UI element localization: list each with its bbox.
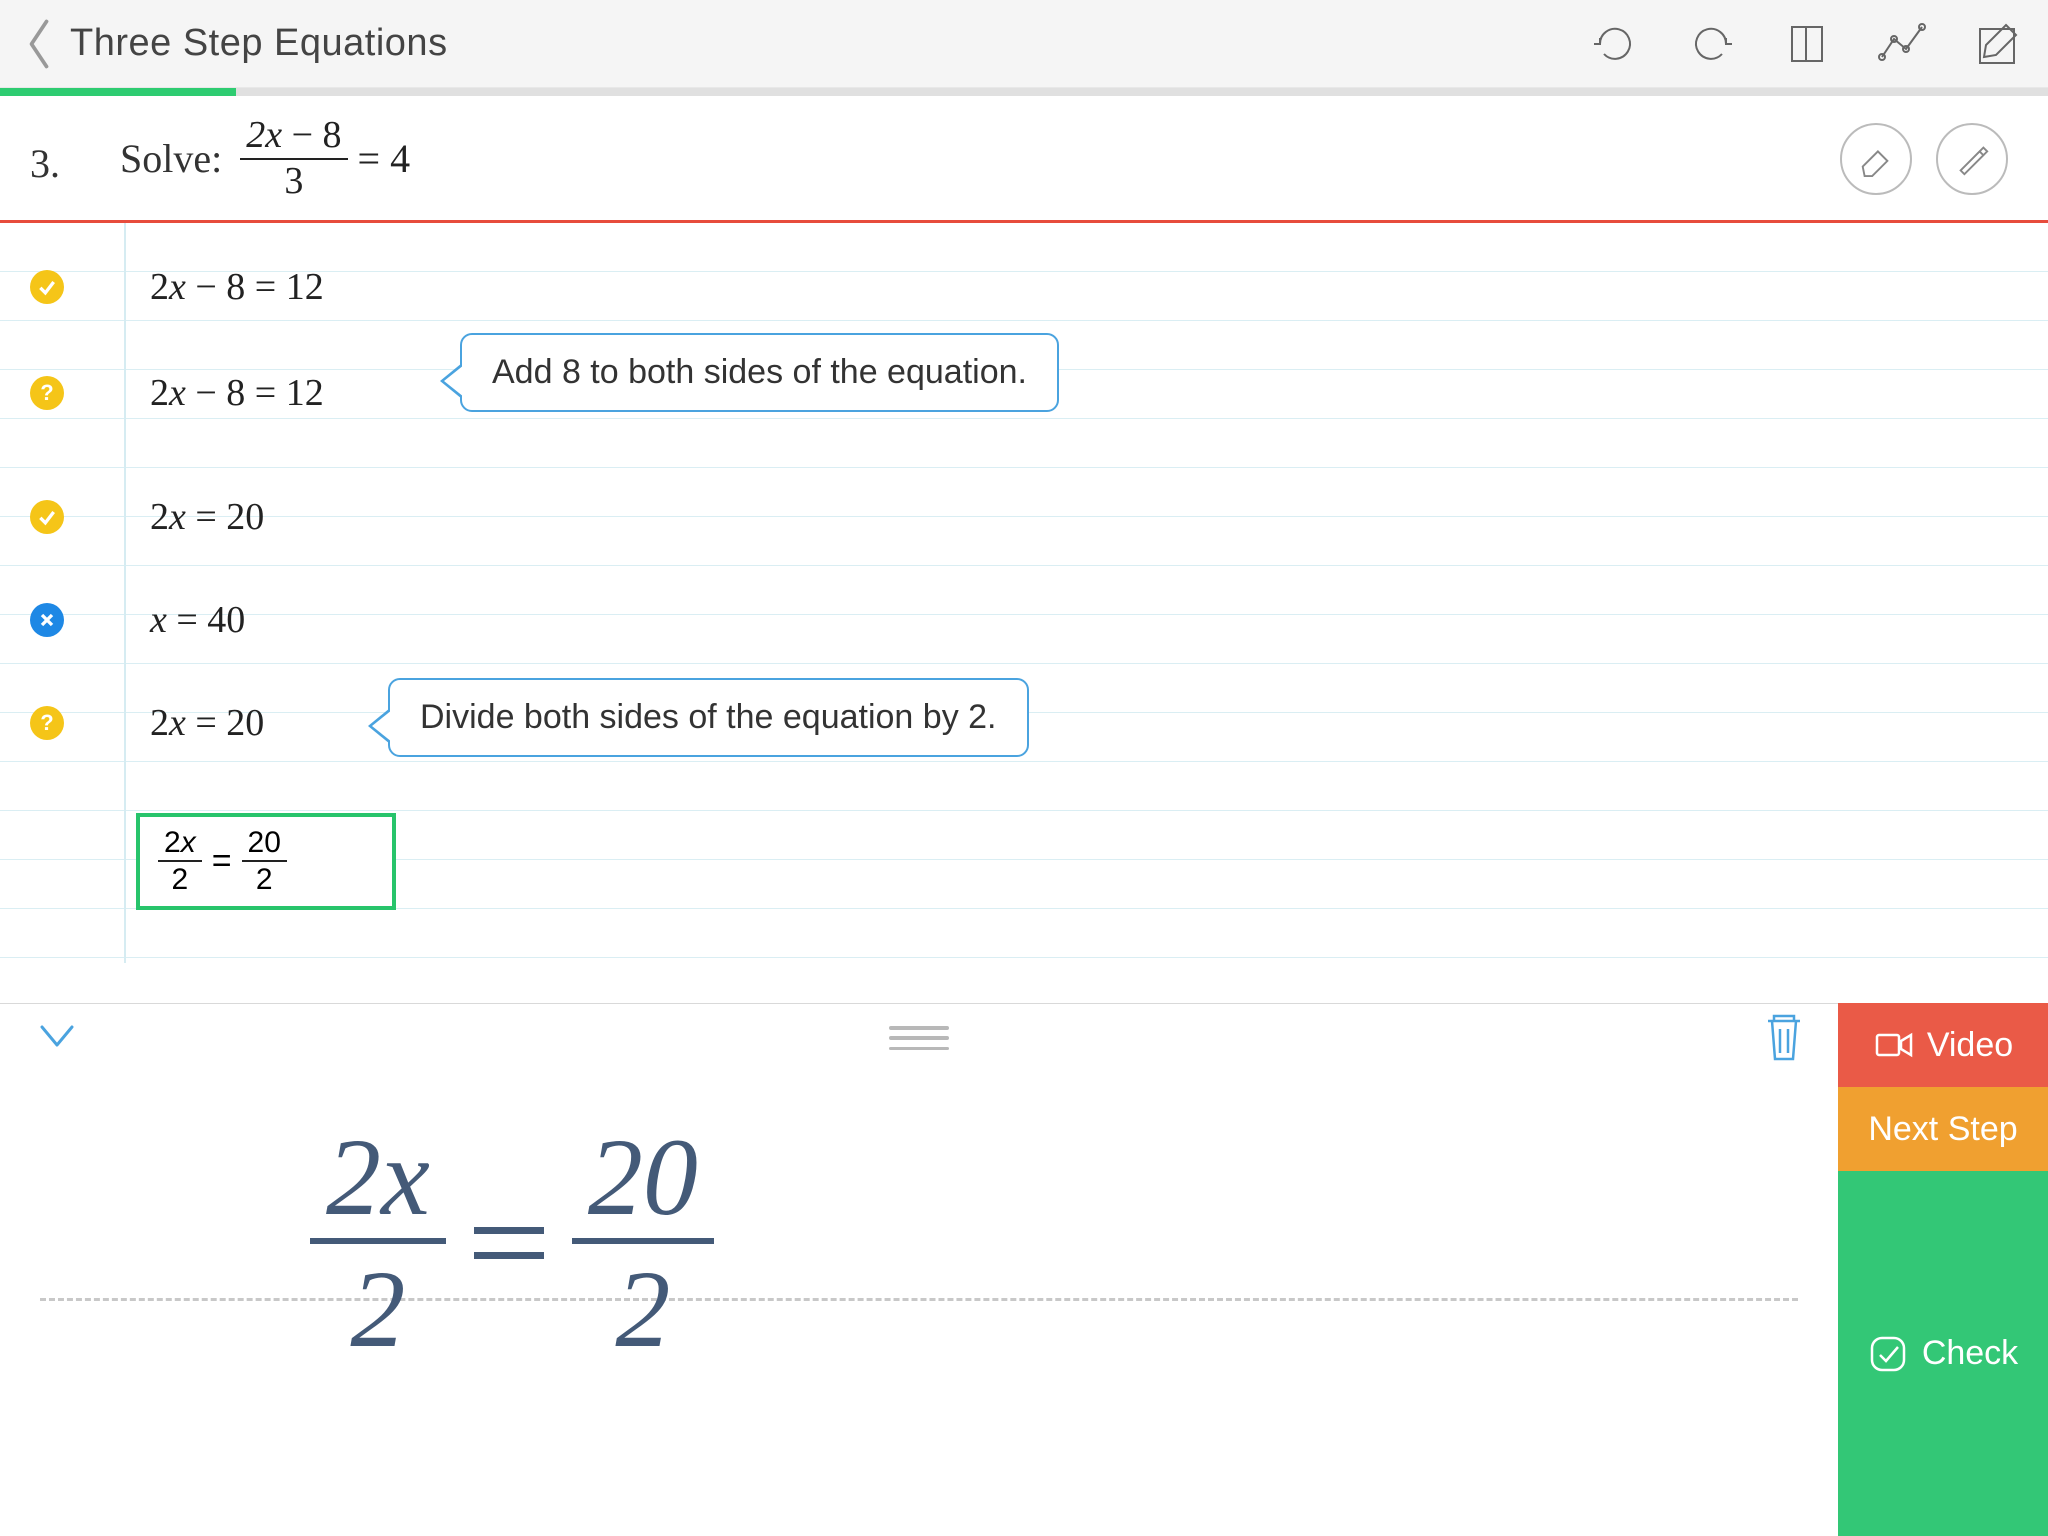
hw-right-num: 20 [572,1122,714,1244]
collapse-button[interactable] [34,1013,80,1064]
equals-icon [474,1227,544,1259]
hw-right-den: 2 [615,1244,670,1364]
eraser-button[interactable] [1840,123,1912,195]
check-icon [1868,1334,1908,1374]
input-left-num: 2x [158,827,202,863]
progress-bar [0,88,2048,96]
canvas-toolbar [0,1004,1838,1072]
step-expression: 2x − 8 = 12 [150,265,324,309]
video-label: Video [1927,1026,2013,1065]
chevron-left-icon [24,14,54,74]
baseline-guide [40,1298,1798,1301]
action-column: Video Next Step Check [1838,1003,2048,1536]
hint-bubble: Add 8 to both sides of the equation. [460,333,1059,412]
pencil-icon [1953,140,1991,178]
status-correct-icon [30,500,64,534]
problem-rhs: = 4 [358,135,411,182]
handwriting-canvas[interactable]: 2x2 202 [0,1072,1838,1502]
status-wrong-icon [30,603,64,637]
top-toolbar [1590,19,2024,69]
equals-sign: = [202,842,242,881]
handwriting-preview: 2x2 202 [310,1122,714,1364]
problem-expression: 2x − 8 3 = 4 [240,116,410,202]
step-expression: 2x − 8 = 12 [150,371,324,415]
hw-left-num: 2x [310,1122,446,1244]
question-number: 3. [30,140,60,187]
drag-handle-icon[interactable] [889,1026,949,1050]
problem-numerator: 2x − 8 [240,116,347,160]
input-right-num: 20 [242,827,287,863]
current-answer-box[interactable]: 2x2 = 202 [136,813,396,910]
check-label: Check [1922,1334,2018,1373]
bottom-panel: 2x2 202 Video Next Step Check [0,1003,2048,1536]
next-step-label: Next Step [1868,1110,2017,1149]
hw-left-den: 2 [350,1244,405,1364]
video-icon [1873,1025,1913,1065]
graph-icon[interactable] [1878,19,1928,69]
status-correct-icon [30,270,64,304]
clear-button[interactable] [1760,1009,1808,1068]
trash-icon [1760,1009,1808,1063]
undo-icon[interactable] [1590,19,1640,69]
step-expression: x = 40 [150,598,245,642]
problem-header: 3. Solve: 2x − 8 3 = 4 [0,96,2048,223]
status-hint-icon: ? [30,376,64,410]
next-step-button[interactable]: Next Step [1838,1087,2048,1171]
hint-bubble: Divide both sides of the equation by 2. [388,678,1029,757]
page-title: Three Step Equations [70,22,448,65]
step-row: 2x = 20 [0,485,2048,549]
pencil-button[interactable] [1936,123,2008,195]
step-row: 2x − 8 = 12 [0,255,2048,319]
step-row: x = 40 [0,588,2048,652]
problem-denominator: 3 [284,160,303,202]
work-area: 2x − 8 = 12 ? 2x − 8 = 12 Add 8 to both … [0,223,2048,963]
input-right-den: 2 [256,862,273,896]
handwriting-panel: 2x2 202 [0,1003,1838,1536]
step-expression: 2x = 20 [150,495,264,539]
check-button[interactable]: Check [1838,1171,2048,1536]
chevron-down-icon [34,1013,80,1059]
status-hint-icon: ? [30,706,64,740]
book-icon[interactable] [1782,19,1832,69]
eraser-icon [1857,140,1895,178]
progress-fill [0,88,236,96]
solve-label: Solve: [120,135,222,182]
input-left-den: 2 [172,862,189,896]
step-expression: 2x = 20 [150,701,264,745]
redo-icon[interactable] [1686,19,1736,69]
video-button[interactable]: Video [1838,1003,2048,1087]
compose-icon[interactable] [1974,19,2024,69]
top-bar: Three Step Equations [0,0,2048,88]
back-button[interactable] [24,20,54,68]
